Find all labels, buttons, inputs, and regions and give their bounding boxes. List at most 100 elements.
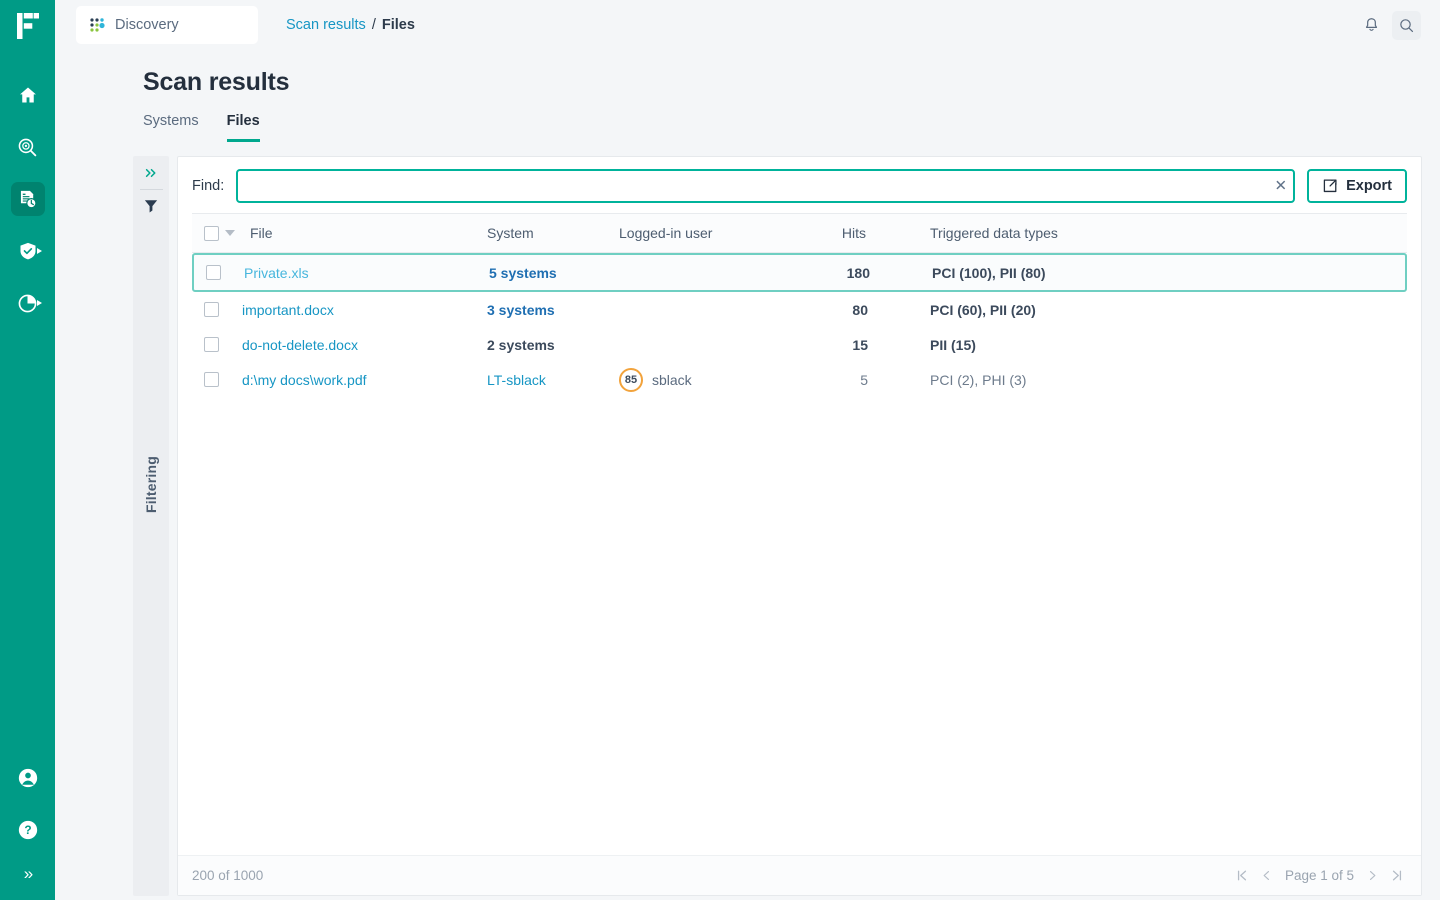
- app-logo[interactable]: [0, 0, 55, 52]
- find-toolbar: Find: ✕ Export: [178, 157, 1421, 213]
- search-icon: [1400, 18, 1414, 32]
- export-label: Export: [1346, 178, 1392, 194]
- table-row[interactable]: do-not-delete.docx 2 systems 15 PII (15): [192, 327, 1407, 362]
- dot-grid-icon: [90, 17, 105, 32]
- system-link[interactable]: 3 systems: [487, 302, 555, 318]
- row-checkbox[interactable]: [204, 302, 219, 317]
- table-row[interactable]: important.docx 3 systems 80 PCI (60), PI…: [192, 292, 1407, 327]
- breadcrumb: Scan results / Files: [286, 17, 415, 33]
- results-panel: Find: ✕ Export File System Logged-in use…: [177, 156, 1422, 896]
- user-circle-icon: [18, 768, 37, 788]
- find-input-wrap: ✕: [236, 169, 1296, 203]
- breadcrumb-parent[interactable]: Scan results: [286, 17, 366, 33]
- filtering-panel-collapsed: Filtering: [133, 156, 169, 896]
- rail-expand-toggle[interactable]: »: [24, 865, 34, 890]
- page-prev-button[interactable]: [1261, 869, 1272, 882]
- row-select-cell: [192, 337, 242, 352]
- tab-systems[interactable]: Systems: [143, 113, 199, 142]
- bottom-spacer: [55, 896, 1440, 900]
- sidebar-item-protection[interactable]: [11, 234, 45, 268]
- notifications-button[interactable]: [1357, 11, 1386, 40]
- cell-file: Private.xls: [244, 265, 489, 281]
- top-bar: Discovery Scan results / Files: [55, 0, 1440, 50]
- system-link[interactable]: 2 systems: [487, 337, 555, 353]
- global-search-button[interactable]: [1392, 10, 1421, 40]
- export-button[interactable]: Export: [1307, 169, 1407, 203]
- clear-search-icon[interactable]: ✕: [1275, 179, 1288, 194]
- row-select-cell: [194, 265, 244, 280]
- cell-system: 2 systems: [487, 337, 619, 353]
- filtering-label-wrap: Filtering: [133, 456, 169, 513]
- table-footer: 200 of 1000 Page 1 of 5: [178, 855, 1421, 895]
- f-logo-icon: [16, 13, 39, 39]
- sidebar-item-help[interactable]: ?: [11, 813, 45, 847]
- system-link[interactable]: 5 systems: [489, 265, 557, 281]
- file-link[interactable]: d:\my docs\work.pdf: [242, 372, 367, 388]
- row-checkbox[interactable]: [204, 337, 219, 352]
- rail-bottom-group: ? »: [0, 761, 55, 890]
- product-selector[interactable]: Discovery: [76, 6, 258, 44]
- table-row[interactable]: Private.xls 5 systems 180 PCI (100), PII…: [192, 253, 1407, 292]
- find-label: Find:: [192, 178, 225, 194]
- hits-value: 180: [846, 264, 870, 281]
- cell-logged-in-user: 85 sblack: [619, 367, 809, 392]
- caret-down-icon[interactable]: [225, 230, 235, 236]
- expand-filter-panel-button[interactable]: [133, 156, 169, 189]
- tab-files[interactable]: Files: [226, 113, 260, 142]
- table-header-row: File System Logged-in user Hits Triggere…: [192, 213, 1407, 253]
- magnifier-target-icon: [18, 138, 37, 156]
- cell-system: LT-sblack: [487, 372, 619, 388]
- double-chevron-right-icon: [145, 168, 156, 177]
- cell-hits: 15: [809, 337, 884, 353]
- cell-hits: 5: [809, 372, 884, 388]
- row-checkbox[interactable]: [206, 265, 221, 280]
- application-window: ? » Discovery Scan results / Files Scan …: [0, 0, 1440, 900]
- page-next-icon: [1369, 870, 1376, 881]
- sidebar-item-home[interactable]: [11, 78, 45, 112]
- page-next-button[interactable]: [1367, 869, 1378, 882]
- cell-triggered-data-types: PCI (60), PII (20): [930, 301, 1036, 318]
- page-first-button[interactable]: [1236, 869, 1248, 882]
- file-link[interactable]: Private.xls: [244, 265, 309, 281]
- column-header-logged-in-user[interactable]: Logged-in user: [619, 225, 809, 241]
- column-header-file[interactable]: File: [242, 225, 487, 241]
- column-header-hits[interactable]: Hits: [809, 225, 884, 241]
- column-header-triggered-data-types[interactable]: Triggered data types: [884, 225, 1407, 241]
- page-last-button[interactable]: [1391, 869, 1403, 882]
- funnel-icon: [144, 200, 158, 213]
- page-indicator: Page 1 of 5: [1284, 868, 1354, 883]
- filter-button[interactable]: [133, 190, 169, 223]
- sidebar-item-reports[interactable]: [11, 286, 45, 320]
- column-header-system[interactable]: System: [487, 225, 619, 241]
- record-count: 200 of 1000: [192, 868, 264, 883]
- cell-system: 3 systems: [487, 302, 619, 318]
- page-last-icon: [1392, 870, 1402, 881]
- system-link[interactable]: LT-sblack: [487, 372, 546, 388]
- question-circle-icon: ?: [18, 820, 37, 840]
- file-link[interactable]: important.docx: [242, 302, 334, 318]
- page-header: Scan results Systems Files: [55, 50, 1440, 142]
- breadcrumb-current: Files: [381, 17, 415, 33]
- cell-triggered-data-types: PII (15): [930, 336, 976, 353]
- row-select-cell: [192, 302, 242, 317]
- file-link[interactable]: do-not-delete.docx: [242, 337, 358, 353]
- select-all-cell: [192, 225, 242, 241]
- primary-nav-rail: ? »: [0, 0, 55, 900]
- cell-system: 5 systems: [489, 265, 621, 281]
- sidebar-item-scan-results[interactable]: [10, 182, 45, 216]
- select-all-checkbox[interactable]: [204, 225, 219, 241]
- home-icon: [19, 87, 36, 103]
- product-name: Discovery: [115, 17, 179, 33]
- rail-item-list: [0, 78, 55, 320]
- cell-triggered-data-types: PCI (100), PII (80): [932, 264, 1046, 281]
- row-checkbox[interactable]: [204, 372, 219, 387]
- table-row[interactable]: d:\my docs\work.pdf LT-sblack 85 sblack …: [192, 362, 1407, 397]
- shield-check-icon: [20, 242, 35, 260]
- sidebar-item-account[interactable]: [11, 761, 45, 795]
- document-clock-icon: [20, 190, 37, 208]
- sidebar-item-discover[interactable]: [11, 130, 45, 164]
- tab-bar: Systems Files: [143, 113, 1440, 142]
- cell-triggered-data-types: PCI (2), PHI (3): [930, 371, 1027, 388]
- search-input[interactable]: [236, 169, 1296, 203]
- expand-arrow-icon: [36, 248, 42, 254]
